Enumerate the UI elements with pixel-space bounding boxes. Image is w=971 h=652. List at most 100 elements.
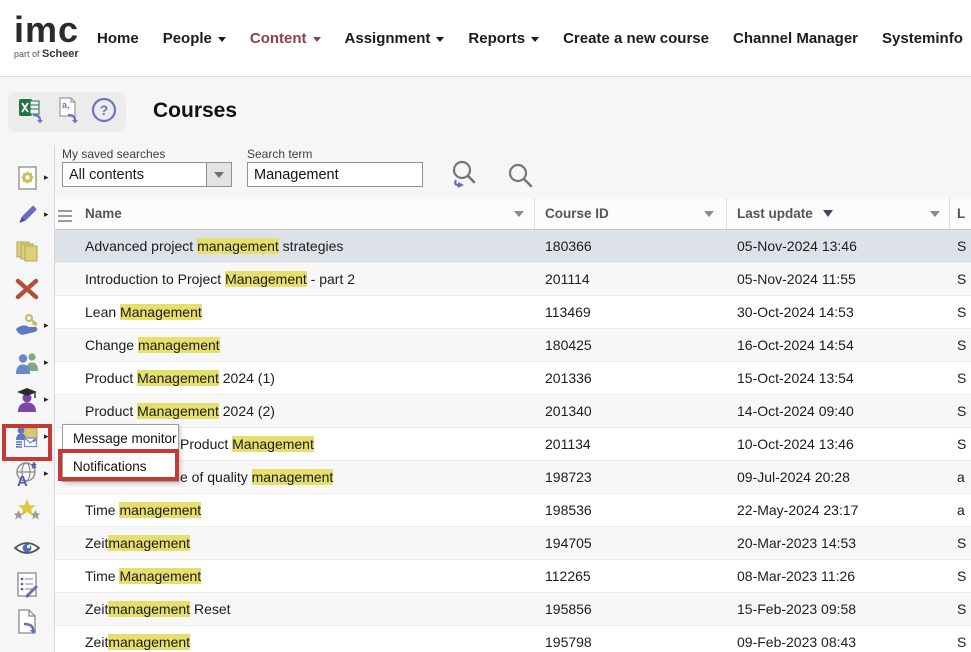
search-term-input[interactable] — [247, 162, 423, 187]
highlighted-term: Management — [119, 568, 201, 584]
sidebar-item-ratings[interactable] — [0, 497, 55, 525]
nav-item-systeminfo[interactable]: Systeminfo — [882, 30, 963, 47]
table-body: Advanced project management strategies 1… — [55, 230, 971, 652]
column-header-last-editor[interactable]: L — [950, 198, 971, 229]
table-row[interactable]: Zeitmanagement 194705 20-Mar-2023 14:53 … — [55, 527, 971, 560]
course-name: Zeitmanagement Reset — [55, 601, 535, 617]
course-last-editor: S — [950, 535, 971, 551]
highlighted-term: management — [108, 634, 190, 650]
table-row[interactable]: Zeitmanagement Reset 195856 15-Feb-2023 … — [55, 593, 971, 626]
course-id: 112265 — [535, 568, 727, 584]
new-document-icon — [13, 164, 41, 192]
table-row[interactable]: Time management 198536 22-May-2024 23:17… — [55, 494, 971, 527]
course-id: 194705 — [535, 535, 727, 551]
table-row[interactable]: e of quality management 198723 09-Jul-20… — [55, 461, 971, 494]
course-id: 198723 — [535, 469, 727, 485]
logo-brand: imc — [14, 12, 79, 48]
translations-icon: A — [13, 460, 41, 488]
messages-context-menu: Message monitor Notifications — [62, 424, 179, 482]
course-last-editor: S — [950, 271, 971, 287]
sidebar-item-new-document[interactable]: ▸ — [0, 164, 55, 192]
nav-item-channel-manager[interactable]: Channel Manager — [733, 30, 858, 47]
highlighted-term: management — [108, 535, 190, 551]
sidebar-item-tutor[interactable]: ▸ — [0, 386, 55, 414]
sidebar-item-messages[interactable]: ▸ — [0, 423, 55, 451]
submenu-arrow-icon: ▸ — [44, 432, 49, 441]
menu-item-notifications[interactable]: Notifications — [63, 453, 178, 481]
tutor-icon — [13, 386, 41, 414]
nav-item-people[interactable]: People — [163, 30, 226, 47]
table-row[interactable]: Zeitmanagement 195798 09-Feb-2023 08:43 … — [55, 626, 971, 652]
preview-eye-icon — [13, 534, 41, 562]
table-header: Name Course ID Last update L — [55, 198, 971, 230]
sidebar-item-evaluation[interactable] — [0, 571, 55, 599]
nav-item-reports[interactable]: Reports — [468, 30, 539, 47]
table-row[interactable]: Advanced project management strategies 1… — [55, 230, 971, 263]
highlighted-term: Management — [137, 370, 219, 386]
course-id: 195856 — [535, 601, 727, 617]
nav-item-content-label: Content — [250, 30, 307, 47]
course-last-update: 05-Nov-2024 11:55 — [727, 271, 950, 287]
saved-searches-select[interactable]: All contents — [62, 162, 232, 187]
course-last-update: 09-Feb-2023 08:43 — [727, 634, 950, 650]
column-header-name[interactable]: Name — [55, 198, 535, 229]
course-id: 201340 — [535, 403, 727, 419]
table-row[interactable]: Time Management 112265 08-Mar-2023 11:26… — [55, 560, 971, 593]
course-name: Advanced project management strategies — [55, 238, 535, 254]
saved-searches-label: My saved searches — [62, 147, 165, 161]
search-reset-icon[interactable] — [447, 158, 481, 197]
sidebar-item-export[interactable] — [0, 608, 55, 636]
course-last-update: 14-Oct-2024 09:40 — [727, 403, 950, 419]
highlighted-term: management — [138, 337, 220, 353]
table-row[interactable]: Product Management 201134 10-Oct-2024 13… — [55, 428, 971, 461]
table-row[interactable]: Lean Management 113469 30-Oct-2024 14:53… — [55, 296, 971, 329]
chevron-down-icon — [436, 37, 444, 42]
imc-logo[interactable]: imc part of Scheer — [14, 12, 79, 60]
highlighted-term: Management — [137, 403, 219, 419]
export-page-icon — [13, 608, 41, 636]
page-title: Courses — [153, 99, 237, 123]
export-csv-icon[interactable]: a, — [56, 96, 82, 129]
sidebar-item-participants[interactable]: ▸ — [0, 349, 55, 377]
table-row[interactable]: Product Management 2024 (2) 201340 14-Oc… — [55, 395, 971, 428]
action-sidebar: ▸ ▸ — [0, 145, 55, 652]
chevron-down-icon — [218, 37, 226, 42]
nav-item-home[interactable]: Home — [97, 30, 139, 47]
course-last-update: 22-May-2024 23:17 — [727, 502, 950, 518]
help-icon[interactable]: ? — [91, 97, 117, 128]
sidebar-item-preview[interactable] — [0, 534, 55, 562]
sidebar-item-permissions[interactable]: ▸ — [0, 312, 55, 340]
course-last-update: 15-Feb-2023 09:58 — [727, 601, 950, 617]
menu-item-message-monitor[interactable]: Message monitor — [63, 425, 178, 453]
column-header-course-id[interactable]: Course ID — [535, 198, 727, 229]
course-name: Zeitmanagement — [55, 535, 535, 551]
course-last-update: 20-Mar-2023 14:53 — [727, 535, 950, 551]
nav-item-content[interactable]: Content — [250, 30, 321, 47]
sidebar-item-edit[interactable]: ▸ — [0, 201, 55, 229]
sidebar-item-translations[interactable]: A ▸ — [0, 460, 55, 488]
column-header-last-update-label: Last update — [737, 206, 813, 221]
search-icon[interactable] — [505, 160, 535, 195]
nav-item-create-course[interactable]: Create a new course — [563, 30, 709, 47]
column-header-last-update[interactable]: Last update — [727, 198, 950, 229]
table-row[interactable]: Change management 180425 16-Oct-2024 14:… — [55, 329, 971, 362]
table-row[interactable]: Product Management 2024 (1) 201336 15-Oc… — [55, 362, 971, 395]
saved-searches-value: All contents — [63, 167, 206, 183]
column-header-name-label: Name — [85, 206, 122, 221]
permissions-key-icon — [13, 312, 41, 340]
sidebar-item-delete[interactable] — [0, 275, 55, 303]
sort-descending-icon[interactable] — [823, 210, 833, 217]
highlighted-term: Management — [225, 271, 307, 287]
filter-dropdown-icon[interactable] — [930, 211, 940, 217]
filter-dropdown-icon[interactable] — [704, 211, 714, 217]
export-excel-icon[interactable] — [17, 96, 47, 129]
nav-item-assignment[interactable]: Assignment — [345, 30, 445, 47]
saved-searches-dropdown-button[interactable] — [206, 163, 231, 186]
nav-item-systeminfo-label: Systeminfo — [882, 30, 963, 47]
course-id: 180366 — [535, 238, 727, 254]
course-last-update: 09-Jul-2024 20:28 — [727, 469, 950, 485]
edit-pencil-icon — [13, 201, 41, 229]
filter-dropdown-icon[interactable] — [514, 211, 524, 217]
sidebar-item-copy[interactable] — [0, 238, 55, 266]
table-row[interactable]: Introduction to Project Management - par… — [55, 263, 971, 296]
